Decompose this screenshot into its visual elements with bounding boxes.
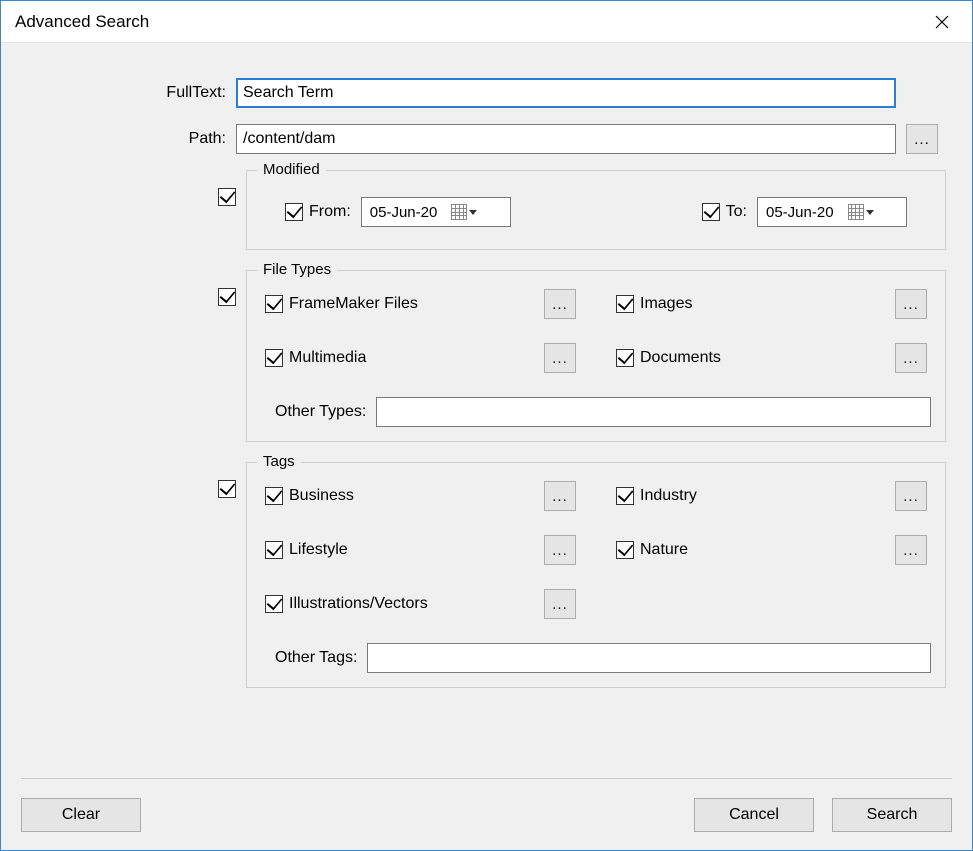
clear-button[interactable]: Clear — [21, 798, 141, 832]
dialog-title: Advanced Search — [15, 12, 149, 32]
content-area: FullText: Path: ... Modified — [1, 43, 972, 778]
titlebar: Advanced Search — [1, 1, 972, 43]
to-date-value: 05-Jun-20 — [766, 204, 834, 221]
filetype-checkbox-framemaker[interactable]: FrameMaker Files — [265, 295, 445, 313]
path-input[interactable] — [236, 124, 896, 154]
filetypes-fieldset: File Types FrameMaker Files ... Images — [246, 270, 946, 442]
from-date-value: 05-Jun-20 — [370, 204, 438, 221]
filetype-browse-images[interactable]: ... — [895, 289, 927, 319]
fulltext-label: FullText: — [21, 78, 236, 102]
filetypes-section-checkbox[interactable] — [218, 288, 236, 306]
close-button[interactable] — [922, 7, 962, 37]
filetype-browse-framemaker[interactable]: ... — [544, 289, 576, 319]
from-checkbox-label[interactable]: From: — [285, 203, 351, 221]
to-checkbox[interactable] — [702, 203, 720, 221]
to-date-picker[interactable]: 05-Jun-20 — [757, 197, 907, 227]
modified-fieldset: Modified From: 05-Jun-20 — [246, 170, 946, 250]
tags-section-checkbox[interactable] — [218, 480, 236, 498]
filetype-browse-documents[interactable]: ... — [895, 343, 927, 373]
calendar-icon — [848, 204, 874, 220]
tag-checkbox-illustrations[interactable]: Illustrations/Vectors — [265, 595, 445, 613]
to-label-text: To: — [726, 203, 747, 221]
filetype-checkbox-images[interactable]: Images — [616, 295, 796, 313]
from-label-text: From: — [309, 203, 351, 221]
dialog-footer: Clear Cancel Search — [21, 778, 952, 850]
to-checkbox-label[interactable]: To: — [702, 203, 747, 221]
filetype-checkbox-documents[interactable]: Documents — [616, 349, 796, 367]
calendar-icon — [451, 204, 477, 220]
other-tags-input[interactable] — [367, 643, 931, 673]
tag-checkbox-lifestyle[interactable]: Lifestyle — [265, 541, 445, 559]
modified-legend: Modified — [257, 161, 326, 178]
search-button[interactable]: Search — [832, 798, 952, 832]
filetype-browse-multimedia[interactable]: ... — [544, 343, 576, 373]
close-icon — [935, 15, 949, 29]
path-browse-button[interactable]: ... — [906, 124, 938, 154]
advanced-search-dialog: Advanced Search FullText: Path: ... — [0, 0, 973, 851]
tag-checkbox-business[interactable]: Business — [265, 487, 445, 505]
modified-section-checkbox[interactable] — [218, 188, 236, 206]
tag-checkbox-nature[interactable]: Nature — [616, 541, 796, 559]
tags-legend: Tags — [257, 453, 301, 470]
tag-browse-lifestyle[interactable]: ... — [544, 535, 576, 565]
tag-browse-nature[interactable]: ... — [895, 535, 927, 565]
tag-browse-business[interactable]: ... — [544, 481, 576, 511]
fulltext-input[interactable] — [236, 78, 896, 108]
tag-checkbox-industry[interactable]: Industry — [616, 487, 796, 505]
other-types-input[interactable] — [376, 397, 931, 427]
tag-browse-illustrations[interactable]: ... — [544, 589, 576, 619]
other-types-label: Other Types: — [275, 403, 366, 421]
from-checkbox[interactable] — [285, 203, 303, 221]
from-date-picker[interactable]: 05-Jun-20 — [361, 197, 511, 227]
path-label: Path: — [21, 124, 236, 148]
tags-fieldset: Tags Business ... Industry — [246, 462, 946, 688]
other-tags-label: Other Tags: — [275, 649, 357, 667]
filetype-checkbox-multimedia[interactable]: Multimedia — [265, 349, 445, 367]
cancel-button[interactable]: Cancel — [694, 798, 814, 832]
tag-browse-industry[interactable]: ... — [895, 481, 927, 511]
filetypes-legend: File Types — [257, 261, 337, 278]
